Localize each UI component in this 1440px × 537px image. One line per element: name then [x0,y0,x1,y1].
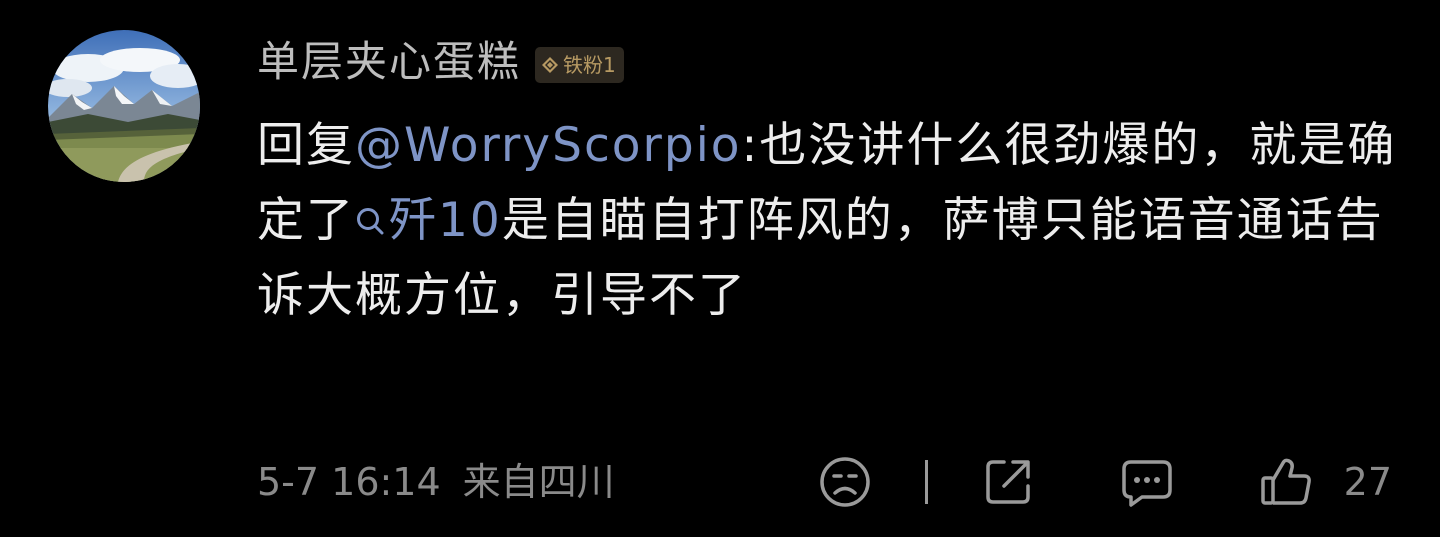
topic-search-link[interactable]: 歼10 [355,193,502,248]
topic-label: 歼10 [389,193,502,248]
chat-bubble-icon [1121,460,1172,507]
avatar[interactable] [48,30,200,182]
reply-prefix: 回复 [257,118,355,173]
comment-location: 来自四川 [462,460,615,504]
action-bar: 27 [817,452,1392,512]
like-count: 27 [1343,460,1392,504]
search-icon [357,208,384,235]
comment-meta: 5-7 16:14 来自四川 [257,452,615,512]
reply-button[interactable] [1118,454,1176,510]
fan-badge-label: 铁粉1 [563,53,616,77]
frowning-face-icon [819,457,870,507]
fan-badge[interactable]: 铁粉1 [535,47,624,83]
author-name[interactable]: 单层夹心蛋糕 [257,34,521,90]
share-icon [985,460,1030,504]
thumbs-up-icon [1260,458,1311,505]
avatar-landscape-image [48,30,200,182]
comment-timestamp: 5-7 16:14 [257,460,441,504]
share-button[interactable] [980,454,1036,510]
user-mention-link[interactable]: @WorryScorpio [355,118,742,173]
diamond-icon [542,57,559,73]
dislike-button[interactable] [817,454,873,510]
comment-header: 单层夹心蛋糕 铁粉1 [257,34,624,90]
like-button[interactable]: 27 [1258,452,1392,512]
action-divider [924,460,928,504]
comment-body: 回复@WorryScorpio:也没讲什么很劲爆的，就是确定了 歼10是自瞄自打阵… [257,108,1407,333]
